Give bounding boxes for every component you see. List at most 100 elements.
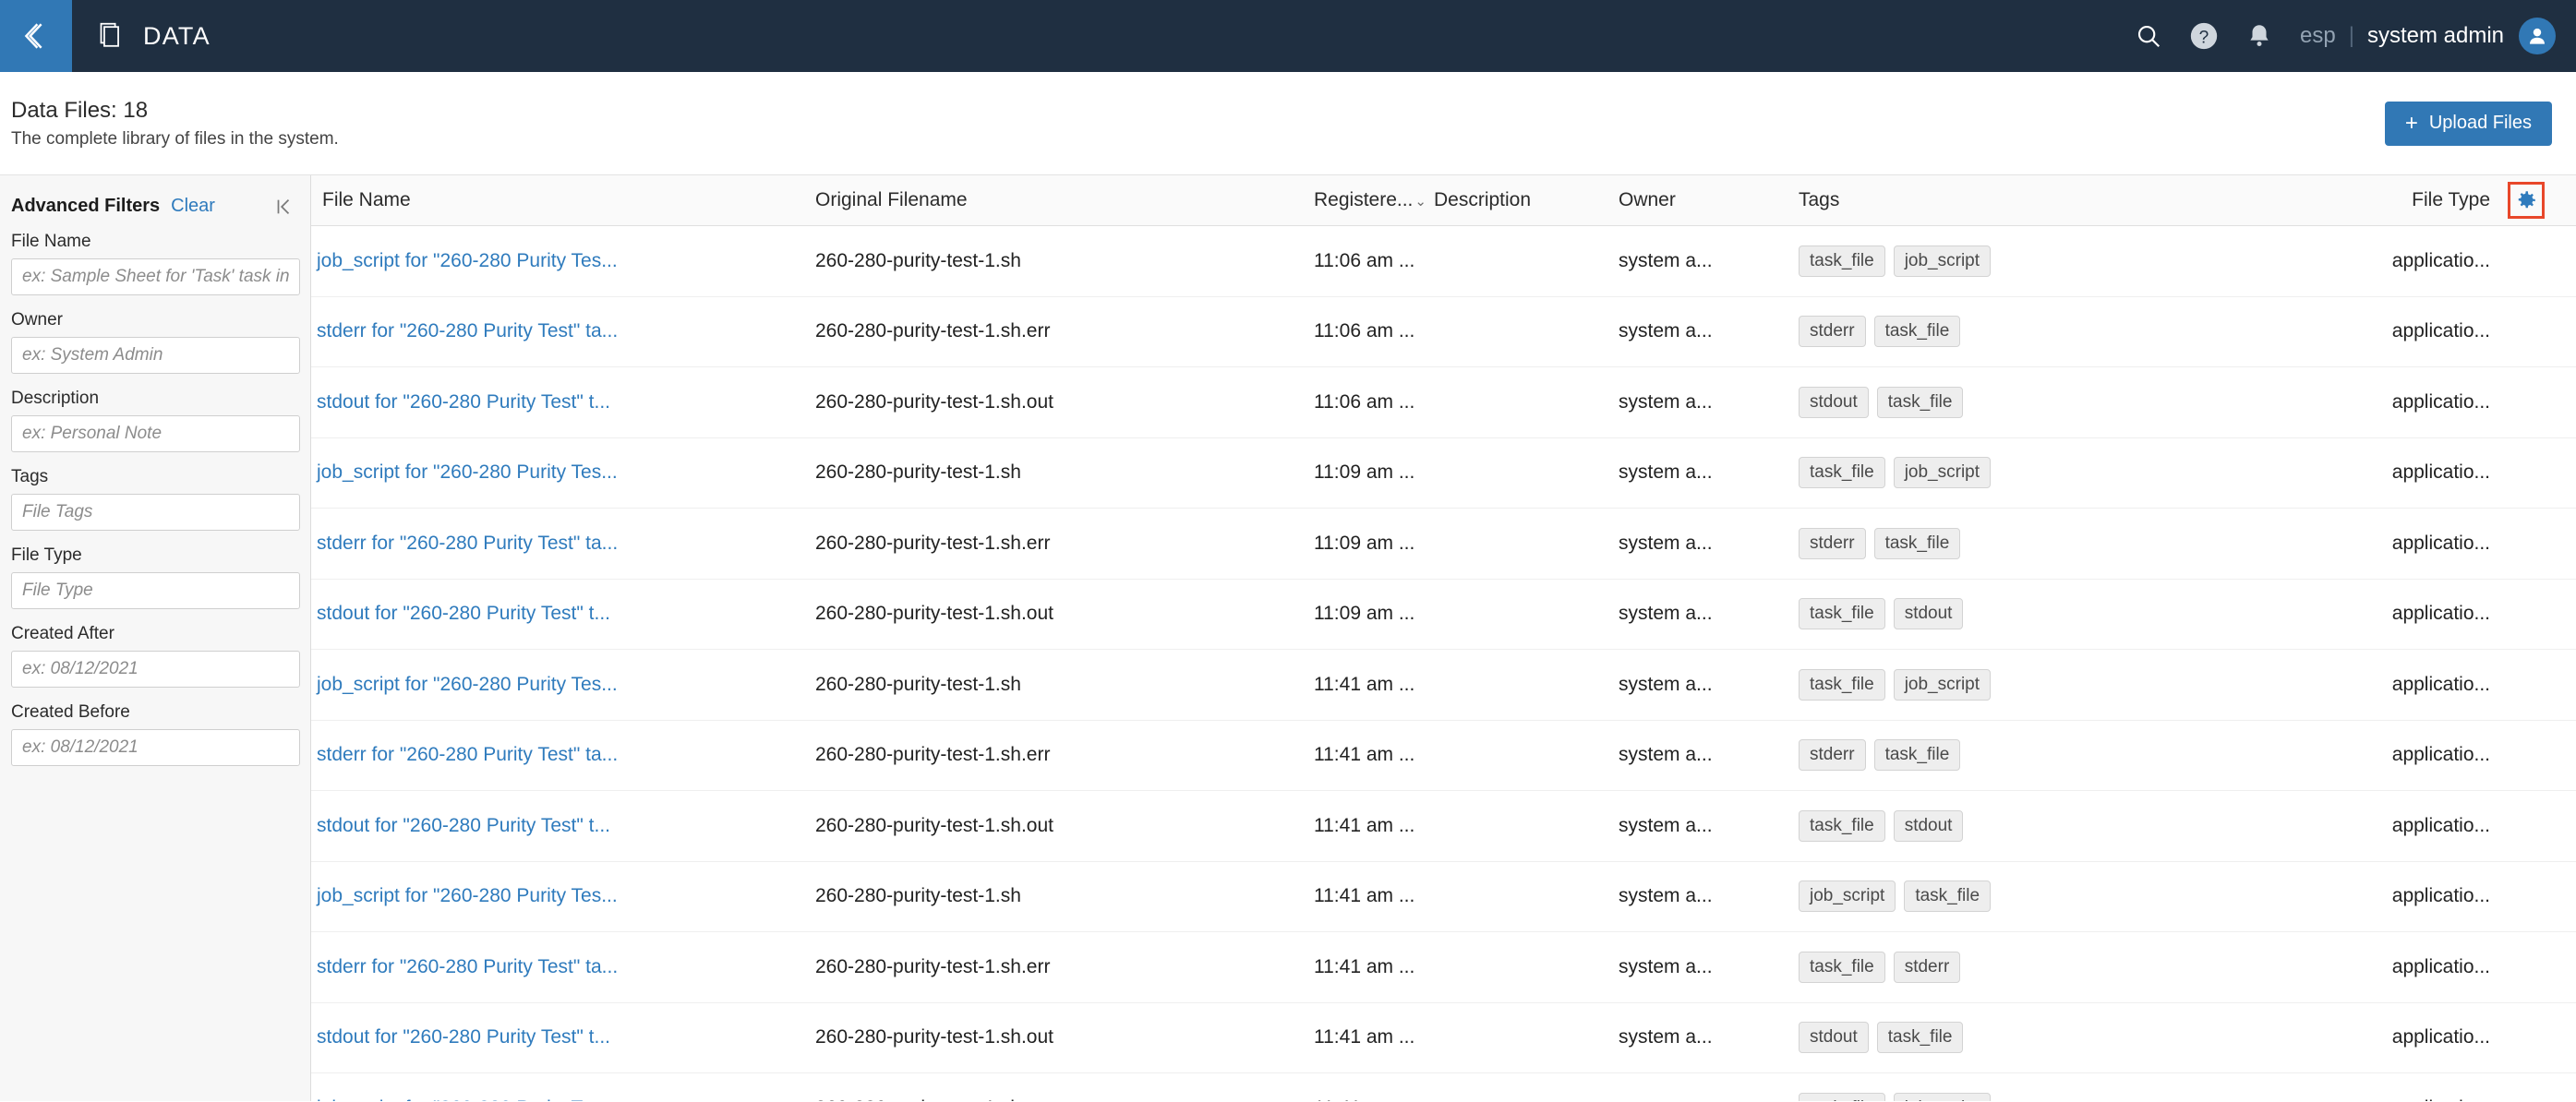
tag-chip[interactable]: stderr: [1799, 316, 1866, 348]
file-name-link[interactable]: job_script for "260-280 Purity Tes...: [317, 461, 618, 483]
tag-chip[interactable]: task_file: [1904, 880, 1992, 913]
cell-registered: 11:06 am ...: [1314, 390, 1415, 413]
tag-chip[interactable]: stderr: [1799, 527, 1866, 559]
file-name-link[interactable]: job_script for "260-280 Purity Tes...: [317, 250, 618, 271]
column-header-tags[interactable]: Tags: [1793, 189, 2296, 211]
search-icon: [2137, 25, 2161, 48]
tag-chip[interactable]: stdout: [1893, 809, 1964, 842]
file-name-link[interactable]: stdout for "260-280 Purity Test" t...: [317, 603, 610, 624]
table-row[interactable]: job_script for "260-280 Purity Tes... 260…: [311, 1073, 2576, 1101]
filter-input-description[interactable]: [11, 415, 300, 452]
table-row[interactable]: stdout for "260-280 Purity Test" t... 260…: [311, 367, 2576, 438]
upload-files-button[interactable]: + Upload Files: [2384, 101, 2552, 146]
column-header-owner[interactable]: Owner: [1613, 189, 1793, 211]
tag-chip[interactable]: job_script: [1893, 245, 1992, 277]
table-row[interactable]: stdout for "260-280 Purity Test" t... 260…: [311, 580, 2576, 650]
file-name-link[interactable]: job_script for "260-280 Purity Tes...: [317, 1097, 618, 1101]
page-description: The complete library of files in the sys…: [11, 128, 339, 149]
filter-input-created-before[interactable]: [11, 729, 300, 766]
filter-label-file-name: File Name: [11, 232, 91, 251]
tag-chip[interactable]: job_script: [1893, 1092, 1992, 1101]
file-name-link[interactable]: stderr for "260-280 Purity Test" ta...: [317, 744, 618, 765]
tag-chip[interactable]: task_file: [1799, 598, 1885, 630]
column-header-description[interactable]: Description: [1428, 189, 1613, 211]
filter-label-description: Description: [11, 389, 100, 408]
tag-chip[interactable]: task_file: [1799, 245, 1885, 277]
clear-filters-link[interactable]: Clear: [171, 196, 215, 217]
file-name-link[interactable]: stderr for "260-280 Purity Test" ta...: [317, 956, 618, 977]
table-body: job_script for "260-280 Purity Tes... 260…: [311, 226, 2576, 1101]
filter-field-created-before: Created Before: [11, 702, 300, 766]
svg-text:?: ?: [2199, 28, 2209, 47]
tag-chip[interactable]: task_file: [1876, 1022, 1964, 1054]
tag-chip[interactable]: task_file: [1799, 668, 1885, 701]
table-settings-button[interactable]: [2508, 182, 2545, 219]
column-header-registered[interactable]: Registere... ⌄: [1308, 189, 1428, 211]
cell-file-name: stderr for "260-280 Purity Test" ta...: [311, 320, 810, 342]
column-header-file-name[interactable]: File Name: [311, 189, 810, 211]
cell-original-filename: 260-280-purity-test-1.sh: [815, 249, 1021, 271]
filter-input-created-after[interactable]: [11, 651, 300, 688]
file-name-link[interactable]: job_script for "260-280 Purity Tes...: [317, 885, 618, 906]
cell-owner: system a...: [1619, 955, 1713, 977]
tag-chip[interactable]: stdout: [1893, 598, 1964, 630]
cell-registered: 11:09 am ...: [1314, 532, 1415, 554]
cell-file-name: stderr for "260-280 Purity Test" ta...: [311, 956, 810, 978]
page-body: Advanced Filters Clear File NameOwnerDes…: [0, 175, 2576, 1101]
search-button[interactable]: [2121, 0, 2176, 72]
tag-chip[interactable]: task_file: [1873, 527, 1961, 559]
notifications-button[interactable]: [2232, 0, 2287, 72]
table-row[interactable]: job_script for "260-280 Purity Tes... 260…: [311, 226, 2576, 297]
tag-chip[interactable]: task_file: [1873, 316, 1961, 348]
table-row[interactable]: stdout for "260-280 Purity Test" t... 260…: [311, 791, 2576, 862]
file-name-link[interactable]: stdout for "260-280 Purity Test" t...: [317, 391, 610, 413]
avatar[interactable]: [2519, 18, 2556, 54]
filter-label-owner: Owner: [11, 310, 63, 329]
table-row[interactable]: stderr for "260-280 Purity Test" ta... 26…: [311, 297, 2576, 367]
collapse-panel-button[interactable]: [273, 197, 299, 217]
back-button[interactable]: [0, 0, 72, 72]
cell-file-type: applicatio...: [2391, 744, 2490, 766]
tag-chip[interactable]: job_script: [1799, 880, 1896, 913]
cell-registered: 11:41 am ...: [1314, 1026, 1415, 1048]
filter-input-file-name[interactable]: [11, 258, 300, 295]
filter-input-file-type[interactable]: [11, 572, 300, 609]
tag-chip[interactable]: job_script: [1893, 457, 1992, 489]
column-header-original-filename[interactable]: Original Filename: [810, 189, 1308, 211]
tag-chip[interactable]: job_script: [1893, 668, 1992, 701]
cell-original-filename: 260-280-purity-test-1.sh: [815, 461, 1021, 484]
user-area[interactable]: esp | system admin: [2300, 18, 2556, 54]
tag-chip[interactable]: stdout: [1799, 1022, 1869, 1054]
filter-input-owner[interactable]: [11, 337, 300, 374]
tag-chip[interactable]: task_file: [1799, 457, 1885, 489]
tag-chip[interactable]: task_file: [1799, 809, 1885, 842]
file-name-link[interactable]: stdout for "260-280 Purity Test" t...: [317, 815, 610, 836]
cell-file-type: applicatio...: [2391, 249, 2490, 271]
cell-file-name: stdout for "260-280 Purity Test" t...: [311, 815, 810, 837]
cell-tags: task_filejob_script: [1793, 245, 2296, 277]
help-button[interactable]: ?: [2176, 0, 2232, 72]
table-row[interactable]: stdout for "260-280 Purity Test" t... 260…: [311, 1003, 2576, 1073]
tag-chip[interactable]: task_file: [1799, 951, 1885, 983]
table-row[interactable]: job_script for "260-280 Purity Tes... 260…: [311, 438, 2576, 509]
tag-chip[interactable]: stderr: [1799, 739, 1866, 772]
table-row[interactable]: stderr for "260-280 Purity Test" ta... 26…: [311, 509, 2576, 580]
cell-registered: 11:41 am ...: [1308, 1097, 1428, 1101]
tag-chip[interactable]: stderr: [1893, 951, 1961, 983]
table-row[interactable]: job_script for "260-280 Purity Tes... 260…: [311, 650, 2576, 721]
tag-chip[interactable]: stdout: [1799, 386, 1869, 418]
tag-chip[interactable]: task_file: [1873, 739, 1961, 772]
tag-chip[interactable]: task_file: [1799, 1092, 1885, 1101]
table-row[interactable]: stderr for "260-280 Purity Test" ta... 26…: [311, 932, 2576, 1003]
filter-input-tags[interactable]: [11, 494, 300, 531]
table-row[interactable]: stderr for "260-280 Purity Test" ta... 26…: [311, 721, 2576, 791]
file-name-link[interactable]: stderr for "260-280 Purity Test" ta...: [317, 320, 618, 341]
column-header-file-type[interactable]: File Type: [2296, 189, 2499, 211]
tag-chip[interactable]: task_file: [1876, 386, 1964, 418]
cell-file-type: applicatio...: [2391, 814, 2490, 836]
file-name-link[interactable]: stderr for "260-280 Purity Test" ta...: [317, 533, 618, 554]
file-name-link[interactable]: stdout for "260-280 Purity Test" t...: [317, 1026, 610, 1048]
table-row[interactable]: job_script for "260-280 Purity Tes... 260…: [311, 862, 2576, 932]
cell-tags: stderr task_file: [1793, 316, 2296, 348]
file-name-link[interactable]: job_script for "260-280 Purity Tes...: [317, 674, 618, 695]
